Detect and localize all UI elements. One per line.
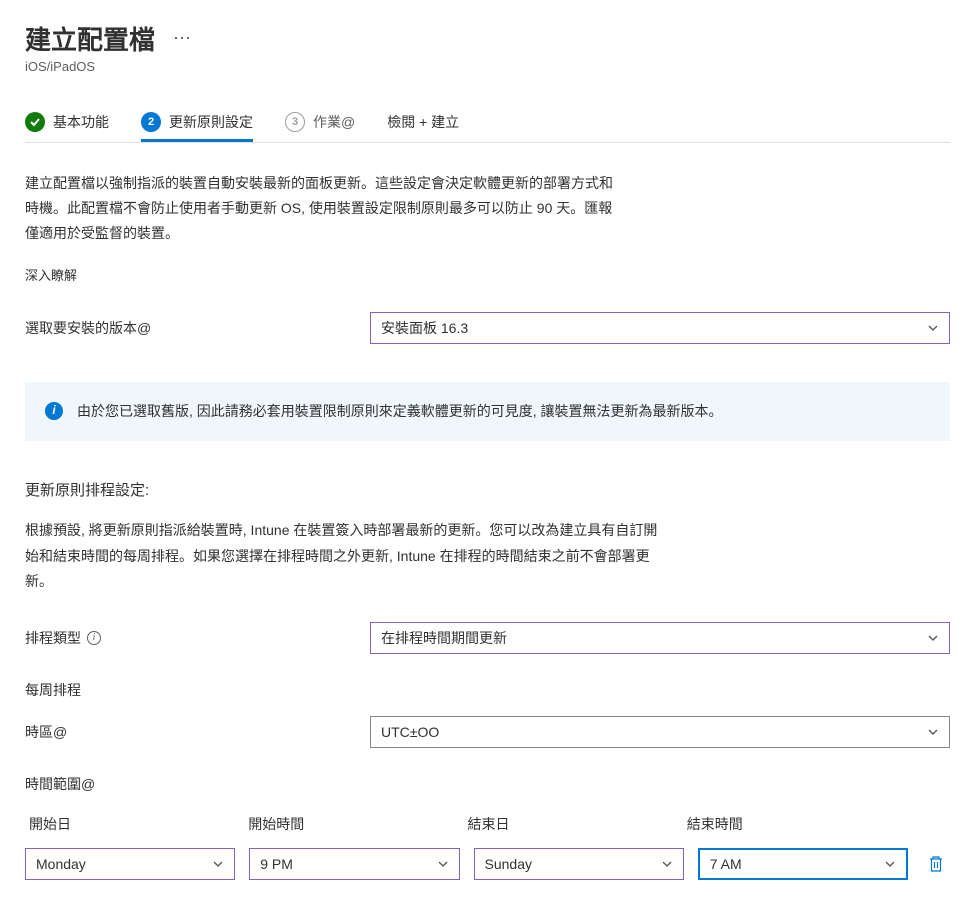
description-text: 建立配置檔以強制指派的裝置自動安裝最新的面板更新。這些設定會決定軟體更新的部署方… (25, 171, 625, 247)
start-time-value: 9 PM (260, 856, 293, 872)
more-actions-button[interactable]: ⋯ (173, 28, 193, 49)
step-label: 更新原則設定 (169, 112, 253, 132)
th-start-day: 開始日 (29, 814, 248, 834)
version-select[interactable]: 安裝面板 16.3 (370, 312, 950, 344)
step-number-icon: 3 (285, 112, 305, 132)
table-row: Monday 9 PM Sunday 7 AM (25, 848, 950, 880)
start-day-select[interactable]: Monday (25, 848, 235, 880)
step-assignments[interactable]: 3 作業@ (285, 112, 355, 142)
info-banner: i 由於您已選取舊版, 因此請務必套用裝置限制原則來定義軟體更新的可見度, 讓裝… (25, 382, 950, 442)
th-end-day: 結束日 (468, 814, 687, 834)
info-banner-text: 由於您已選取舊版, 因此請務必套用裝置限制原則來定義軟體更新的可見度, 讓裝置無… (77, 400, 723, 424)
step-basics[interactable]: 基本功能 (25, 112, 109, 142)
stepper: 基本功能 2 更新原則設定 3 作業@ 檢閱 + 建立 (25, 112, 950, 143)
th-start-time: 開始時間 (248, 814, 467, 834)
schedule-type-label: 排程類型 (25, 628, 81, 648)
page-title: 建立配置檔 (25, 20, 155, 57)
step-label: 作業@ (313, 112, 355, 132)
chevron-down-icon (661, 858, 673, 870)
start-day-value: Monday (36, 856, 86, 872)
step-update-policy[interactable]: 2 更新原則設定 (141, 112, 253, 142)
weekly-schedule-label: 每周排程 (25, 680, 950, 700)
chevron-down-icon (884, 858, 896, 870)
info-tooltip-icon[interactable]: i (87, 631, 101, 645)
end-time-select[interactable]: 7 AM (698, 848, 908, 880)
schedule-type-value: 在排程時間期間更新 (381, 628, 507, 648)
version-select-value: 安裝面板 16.3 (381, 318, 468, 338)
step-label: 基本功能 (53, 112, 109, 132)
time-table-header: 開始日 開始時間 結束日 結束時間 (25, 814, 950, 834)
trash-icon (928, 855, 944, 873)
chevron-down-icon (927, 322, 939, 334)
start-time-select[interactable]: 9 PM (249, 848, 459, 880)
step-number-icon: 2 (141, 112, 161, 132)
timerange-label: 時間範圍@ (25, 774, 950, 794)
end-time-value: 7 AM (710, 856, 742, 872)
th-end-time: 結束時間 (687, 814, 906, 834)
schedule-description: 根據預設, 將更新原則指派給裝置時, Intune 在裝置簽入時部署最新的更新。… (25, 518, 665, 594)
info-icon: i (45, 402, 63, 420)
schedule-heading: 更新原則排程設定: (25, 479, 950, 500)
timezone-label: 時區@ (25, 722, 370, 742)
check-icon (25, 112, 45, 132)
chevron-down-icon (927, 632, 939, 644)
step-review-create[interactable]: 檢閱 + 建立 (387, 112, 459, 142)
delete-row-button[interactable] (922, 855, 950, 873)
version-select-label: 選取要安裝的版本@ (25, 318, 370, 338)
schedule-type-select[interactable]: 在排程時間期間更新 (370, 622, 950, 654)
end-day-value: Sunday (485, 856, 532, 872)
learn-more-link[interactable]: 深入瞭解 (25, 265, 950, 284)
timezone-select[interactable]: UTC±OO (370, 716, 950, 748)
step-label: 檢閱 + 建立 (387, 112, 459, 132)
page-subtitle: iOS/iPadOS (25, 59, 950, 74)
chevron-down-icon (212, 858, 224, 870)
chevron-down-icon (437, 858, 449, 870)
end-day-select[interactable]: Sunday (474, 848, 684, 880)
chevron-down-icon (927, 726, 939, 738)
timezone-value: UTC±OO (381, 724, 439, 740)
